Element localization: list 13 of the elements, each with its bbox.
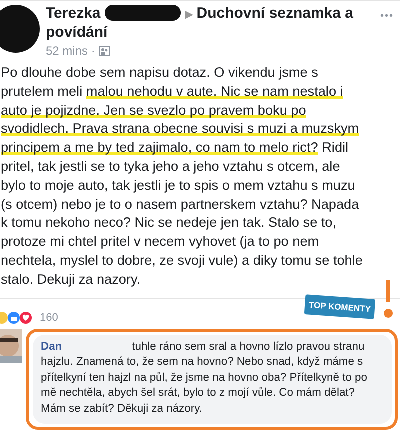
- group-icon: [99, 46, 110, 56]
- reaction-icons[interactable]: [0, 310, 34, 325]
- group-name[interactable]: Duchovní seznamka a: [196, 5, 354, 22]
- avatar[interactable]: [0, 5, 40, 53]
- group-name[interactable]: povídání: [46, 24, 108, 41]
- top-comments-badge: TOP KOMENTY: [304, 294, 376, 320]
- marker-dot: [384, 309, 393, 318]
- comment-text: Dan tuhle ráno sem sral a hovno lízlo pravou stranu hajzlu. Znamená to, že sem na hovno? Nebo snad, když máme s přítelkyní ten hajzl na půl, že jsme na hovno oba? Přítelkyně to po mě nechtěla, abych šel srát, bylo to z mojí vůle. Co mám dělat? Mám se zabít? Děkuji za názory.: [41, 340, 368, 417]
- arrow-icon: ▶: [184, 9, 193, 21]
- marker-bar: [386, 280, 390, 302]
- post-text: Po dlouhe dobe sem napisu dotaz. O vikendu jsme s prutelem meli malou nehodu v aute. Nic se nam nestalo i auto je pojizdne. Jen se svezlo po pravem boku po svodidlech. Prava strana obecne souvisi s muzi a muzskym principem a me by ted zajimalo, co nam to melo rict? Ridil pritel, tak jestli se to tyka jeho a jeho vztahu s otcem, ale bylo to moje auto, tak jestli je to spis o mem vztahu s muzu (s otcem) nebo je to o nasem partnerskem vztahu? Napada k tomu nekoho neco? Nic se nedeje jen tak. Stalo se to, protoze mi chtel pritel v necem vyhovet (ja to po nem nechtela, myslel to dobre, ze svoji vule) a diky tomu se tohle stalo. Dekuji za nazory.: [0, 64, 364, 289]
- commenter-name[interactable]: Dan: [41, 340, 62, 353]
- author-name[interactable]: Terezka: [46, 5, 101, 22]
